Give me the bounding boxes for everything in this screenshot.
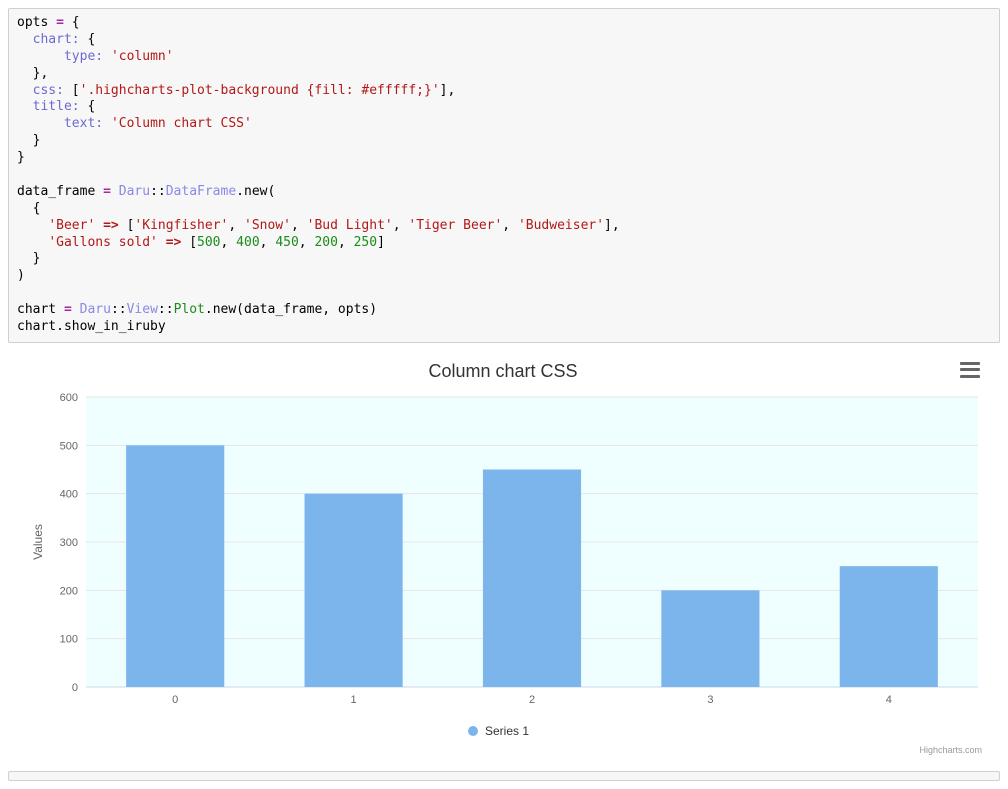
code-cell[interactable]: opts = { chart: { type: 'column' }, css:…: [8, 8, 1000, 343]
x-tick-label: 3: [707, 694, 713, 706]
output-cell: Column chart CSS 0 100 200 300 400 500 600 Value…: [8, 345, 1000, 761]
chart-credits[interactable]: Highcharts.com: [919, 745, 982, 755]
code-text: opts: [17, 15, 56, 30]
bar[interactable]: [840, 566, 938, 687]
chart-container: Column chart CSS 0 100 200 300 400 500 600 Value…: [18, 357, 990, 757]
x-tick-label: 1: [351, 694, 357, 706]
y-tick-label: 500: [60, 440, 78, 452]
y-tick-label: 600: [60, 392, 78, 404]
x-tick-label: 2: [529, 694, 535, 706]
y-tick-label: 100: [60, 634, 78, 646]
legend-marker[interactable]: [468, 726, 478, 736]
bar[interactable]: [126, 445, 224, 687]
y-tick-label: 400: [60, 489, 78, 501]
y-tick-label: 0: [72, 682, 78, 694]
legend-label[interactable]: Series 1: [485, 724, 529, 738]
column-chart: Column chart CSS 0 100 200 300 400 500 600 Value…: [18, 357, 988, 757]
chart-title: Column chart CSS: [428, 361, 577, 381]
y-axis-label: Values: [31, 524, 45, 560]
bar[interactable]: [305, 494, 403, 687]
y-tick-label: 300: [60, 537, 78, 549]
x-tick-label: 4: [886, 694, 892, 706]
bar[interactable]: [661, 590, 759, 687]
x-tick-label: 0: [172, 694, 178, 706]
y-tick-label: 200: [60, 585, 78, 597]
bar[interactable]: [483, 469, 581, 687]
empty-code-cell[interactable]: [8, 771, 1000, 781]
